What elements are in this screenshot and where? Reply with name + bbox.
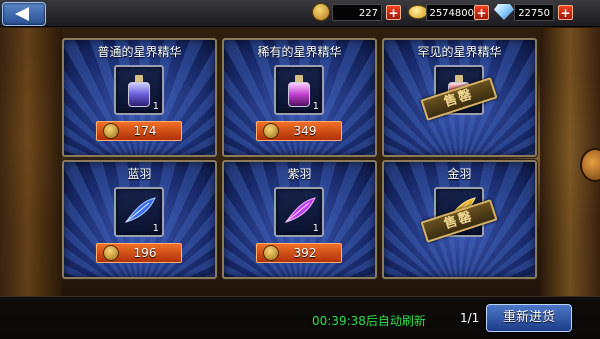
- medal-currency: 227 +: [312, 3, 401, 21]
- shop-item-card[interactable]: 稀有的星界精华 1 349: [222, 38, 377, 157]
- buy-button[interactable]: 349: [256, 121, 342, 141]
- add-medal-button[interactable]: +: [386, 5, 401, 20]
- page-indicator: 1/1: [460, 311, 480, 325]
- blue-essence-bottle-icon: [128, 75, 150, 107]
- medal-count: 227: [332, 4, 382, 21]
- purple-feather-icon: [284, 197, 316, 223]
- shop-item-card[interactable]: 蓝羽 1 196: [62, 160, 217, 279]
- item-slot: 1: [114, 187, 164, 237]
- buy-button[interactable]: 196: [96, 243, 182, 263]
- gold-count: 2574800: [426, 4, 478, 21]
- item-price: 174: [133, 124, 157, 138]
- item-quantity: 1: [312, 101, 319, 112]
- blue-feather-icon: [124, 197, 156, 223]
- restock-button[interactable]: 重新进货: [486, 304, 572, 332]
- shop-item-card[interactable]: 金羽 售罄: [382, 160, 537, 279]
- gold-coin-icon: [408, 5, 428, 19]
- buy-button[interactable]: 392: [256, 243, 342, 263]
- back-arrow-icon: [15, 7, 29, 21]
- item-price: 196: [133, 246, 157, 260]
- top-bar: 227 + 2574800 + 22750 +: [0, 0, 600, 27]
- item-title: 普通的星界精华: [97, 45, 182, 59]
- diamond-count: 22750: [514, 4, 554, 21]
- buy-button[interactable]: 174: [96, 121, 182, 141]
- shop-item-card[interactable]: 紫羽 1 392: [222, 160, 377, 279]
- item-title: 金羽: [447, 167, 472, 181]
- item-title: 罕见的星界精华: [417, 45, 502, 59]
- item-title: 稀有的星界精华: [257, 45, 342, 59]
- item-title: 紫羽: [287, 167, 312, 181]
- add-diamond-button[interactable]: +: [558, 5, 573, 20]
- item-quantity: 1: [312, 223, 319, 234]
- item-quantity: 1: [152, 223, 159, 234]
- back-button[interactable]: [2, 2, 46, 26]
- left-pillar-decoration: [0, 28, 62, 298]
- purple-essence-bottle-icon: [288, 75, 310, 107]
- shop-item-card[interactable]: 罕见的星界精华 售罄: [382, 38, 537, 157]
- diamond-icon: [494, 4, 514, 20]
- item-slot: 1: [274, 187, 324, 237]
- item-quantity: 1: [152, 101, 159, 112]
- refresh-timer: 00:39:38后自动刷新: [312, 314, 426, 328]
- item-title: 蓝羽: [127, 167, 152, 181]
- item-slot: 1: [274, 65, 324, 115]
- diamond-currency: 22750 +: [494, 4, 574, 21]
- medal-icon: [312, 3, 330, 21]
- item-price: 349: [293, 124, 317, 138]
- item-slot: 1: [114, 65, 164, 115]
- add-gold-button[interactable]: +: [474, 5, 489, 20]
- gold-currency: 2574800 +: [408, 4, 490, 21]
- item-price: 392: [293, 246, 317, 260]
- shop-item-card[interactable]: 普通的星界精华 1 174: [62, 38, 217, 157]
